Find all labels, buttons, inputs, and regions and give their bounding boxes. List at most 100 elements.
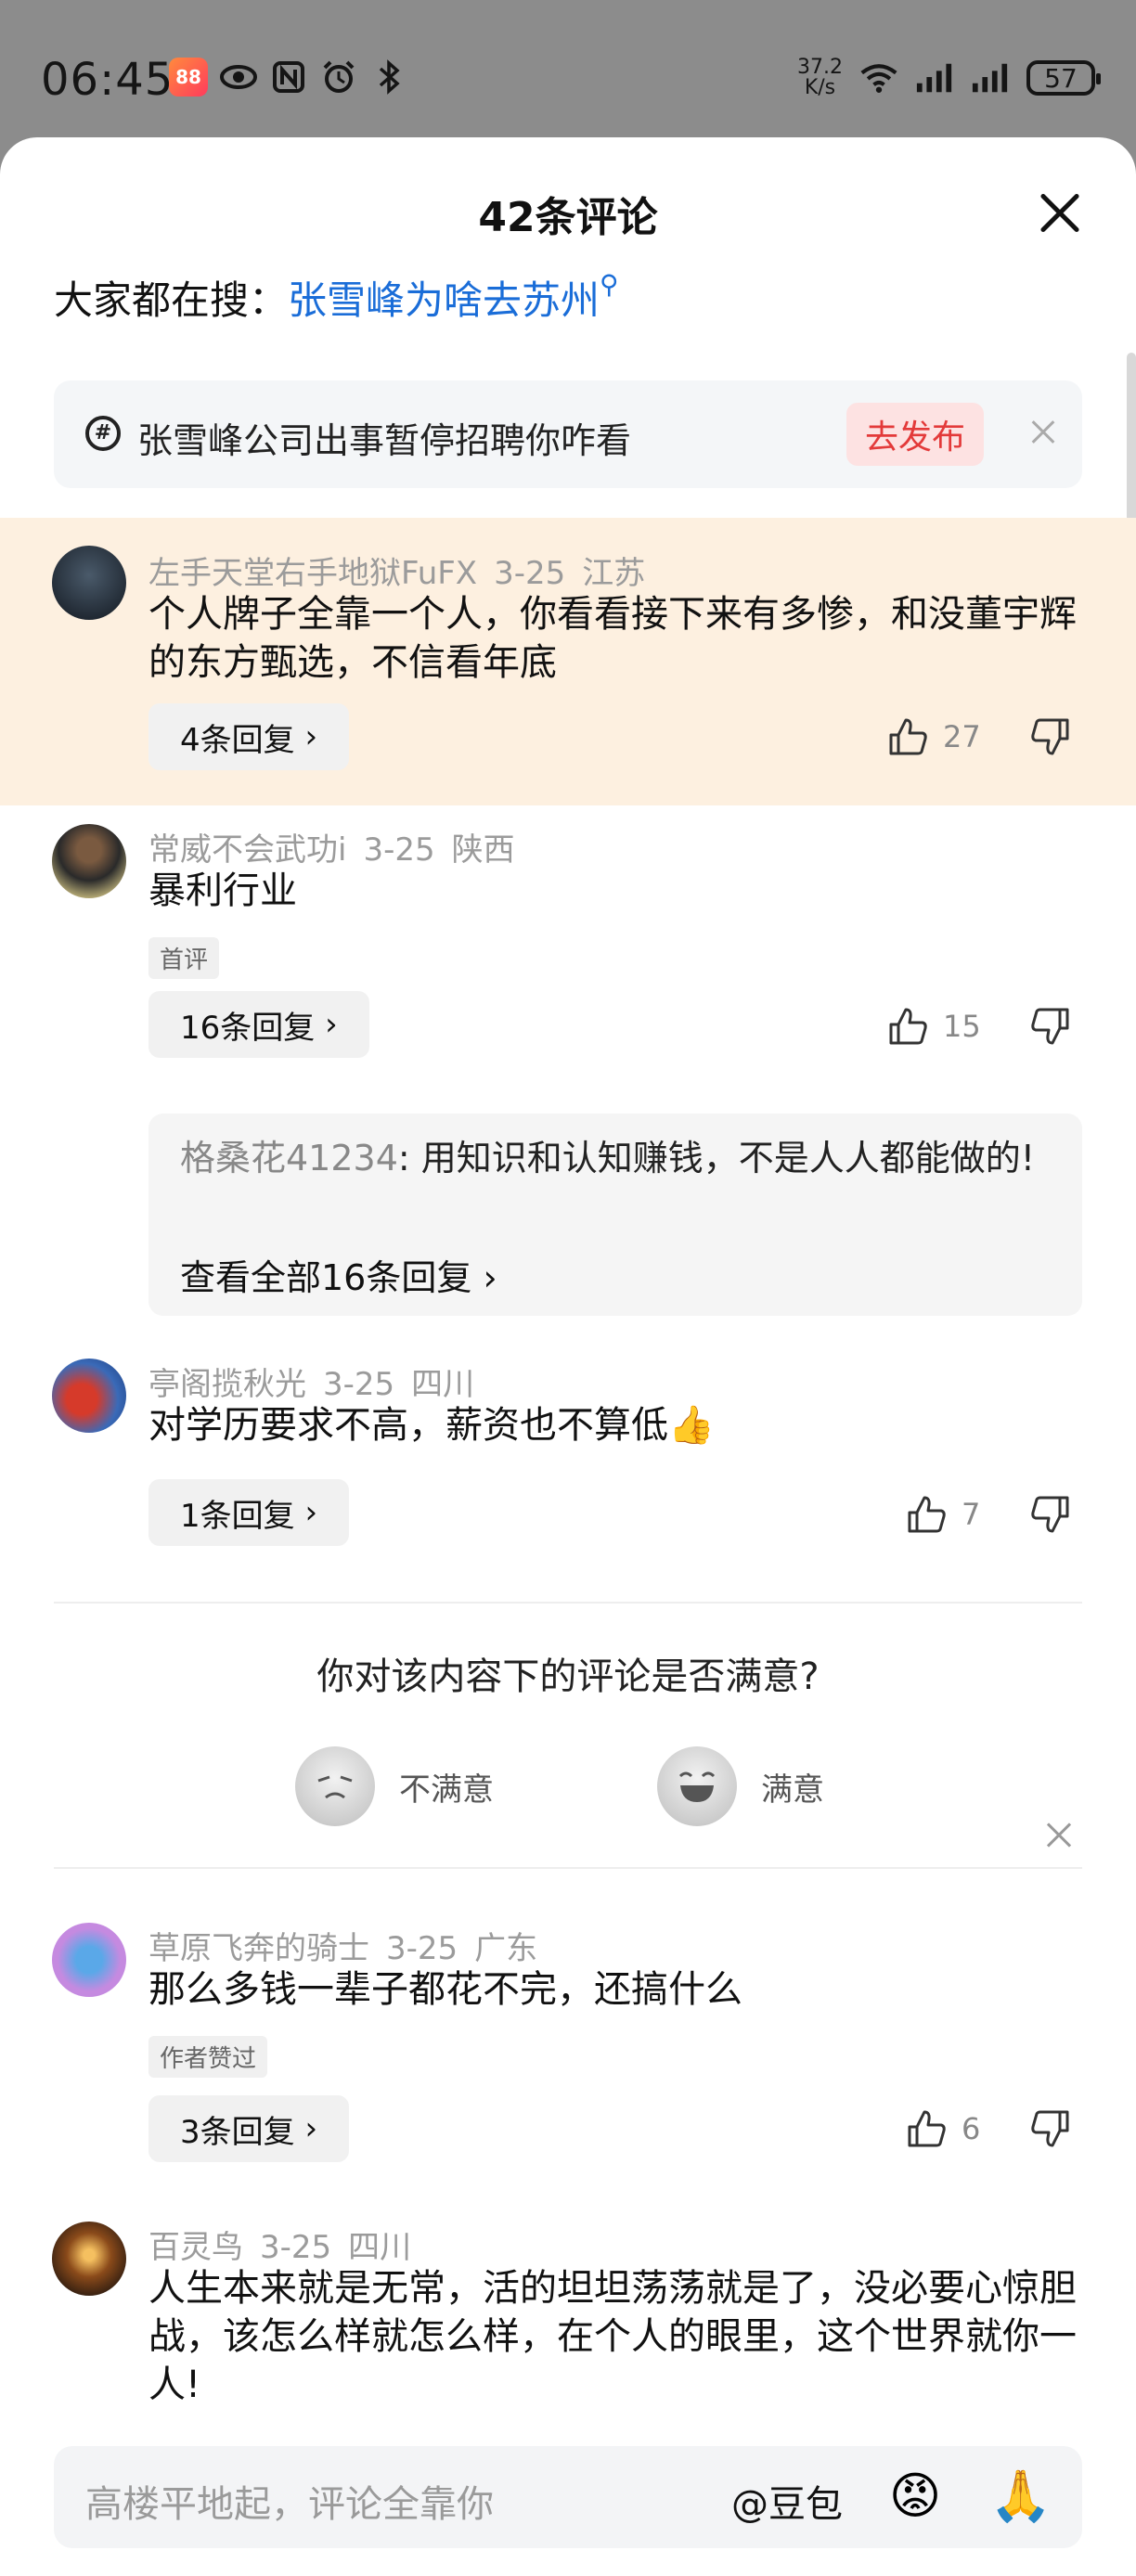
thumbs-up-icon	[889, 1008, 927, 1045]
survey-dissatisfied-option[interactable]: 不满意	[295, 1746, 494, 1826]
comment-meta: 草原飞奔的骑士 3-25 广东	[148, 1923, 554, 1968]
angry-emoji-button[interactable]: 😡	[885, 2467, 945, 2526]
comment-location: 广东	[474, 1930, 538, 1967]
comment-username[interactable]: 常威不会武功i	[148, 831, 346, 869]
thumbs-down-icon[interactable]	[1030, 2108, 1071, 2149]
comment-meta: 左手天堂右手地狱FuFX 3-25 江苏	[148, 547, 662, 593]
app-notification-icon: 88	[169, 58, 208, 97]
comment-item: 草原飞奔的骑士 3-25 广东 那么多钱一辈子都花不完，还搞什么 作者赞过 3条回复…	[0, 1923, 1136, 2201]
comment-text[interactable]: 对学历要求不高，薪资也不算低👍	[148, 1401, 1086, 1449]
nfc-icon	[269, 58, 308, 97]
comment-meta: 常威不会武功i 3-25 陕西	[148, 824, 532, 869]
comment-meta: 百灵鸟 3-25 四川	[148, 2222, 428, 2267]
promo-topic-text[interactable]: 张雪峰公司出事暂停招聘你咋看	[137, 412, 631, 463]
view-replies-button[interactable]: 16条回复 ›	[148, 991, 369, 1058]
network-speed: 37.2 K/s	[797, 56, 843, 99]
chevron-right-icon: ›	[471, 1257, 497, 1298]
first-comment-badge: 首评	[148, 937, 220, 979]
comment-input-placeholder[interactable]: 高楼平地起，评论全靠你	[85, 2474, 494, 2528]
comment-username[interactable]: 草原飞奔的骑士	[148, 1930, 369, 1967]
avatar[interactable]	[52, 2222, 126, 2296]
survey-question: 你对该内容下的评论是否满意?	[316, 1655, 820, 1698]
thumbs-down-icon[interactable]	[1030, 716, 1071, 757]
like-count: 15	[943, 1009, 981, 1044]
comment-item: 左手天堂右手地狱FuFX 3-25 江苏 个人牌子全靠一个人，你看看接下来有多惨，和…	[0, 518, 1136, 805]
avatar[interactable]	[52, 546, 126, 620]
sheet-title: 42条评论	[478, 194, 658, 241]
wifi-icon	[859, 58, 898, 97]
signal-icon-2	[971, 58, 1010, 97]
view-replies-button[interactable]: 4条回复 ›	[148, 703, 350, 770]
survey-satisfied-label: 满意	[761, 1771, 824, 1809]
like-button[interactable]: 6	[906, 2108, 980, 2149]
trending-search-prefix: 大家都在搜：	[54, 277, 289, 323]
promo-close-icon[interactable]	[1025, 414, 1062, 451]
divider	[54, 1602, 1082, 1604]
view-replies-button[interactable]: 3条回复 ›	[148, 2095, 350, 2162]
like-button[interactable]: 7	[906, 1494, 980, 1535]
comment-username[interactable]: 左手天堂右手地狱FuFX	[148, 555, 477, 592]
comment-text[interactable]: 那么多钱一辈子都花不完，还搞什么	[148, 1965, 1086, 2014]
comment-location: 四川	[348, 2229, 412, 2266]
like-count: 27	[943, 719, 981, 754]
battery-indicator: 57	[1026, 60, 1101, 96]
mention-doubao-button[interactable]: @豆包	[731, 2474, 843, 2528]
status-icons-right: 37.2 K/s 57	[797, 56, 1101, 99]
comment-item: 亭阁揽秋光 3-25 四川 对学历要求不高，薪资也不算低👍 1条回复 › 7	[0, 1359, 1136, 1572]
thumbs-up-icon	[908, 1496, 946, 1533]
status-icons-left: 88	[169, 58, 408, 97]
comment-date: 3-25	[494, 555, 566, 592]
comment-date: 3-25	[323, 1366, 395, 1403]
thumbs-up-icon	[889, 718, 927, 755]
view-replies-button[interactable]: 1条回复 ›	[148, 1479, 350, 1546]
survey-satisfied-option[interactable]: 满意	[657, 1746, 824, 1826]
divider	[54, 1867, 1082, 1869]
alarm-icon	[319, 58, 358, 97]
close-button[interactable]	[1038, 191, 1082, 236]
survey-close-icon[interactable]	[1043, 1819, 1075, 1850]
bluetooth-icon	[369, 58, 408, 97]
search-icon: ⚲	[600, 269, 619, 300]
sub-reply-text: 格桑花41234: 用知识和认知赚钱，不是人人都能做的!	[180, 1138, 1036, 1179]
comment-username[interactable]: 亭阁揽秋光	[148, 1366, 306, 1403]
eye-icon	[219, 58, 258, 97]
comment-username[interactable]: 百灵鸟	[148, 2229, 243, 2266]
comment-location: 四川	[411, 1366, 475, 1403]
comment-location: 陕西	[451, 831, 515, 869]
chevron-right-icon: ›	[315, 1006, 338, 1043]
comment-text[interactable]: 个人牌子全靠一个人，你看看接下来有多惨，和没董宇辉的东方甄选，不信看年底	[148, 590, 1086, 687]
avatar[interactable]	[52, 1923, 126, 1997]
comment-input-bar[interactable]: 高楼平地起，评论全靠你 @豆包 😡 🙏	[54, 2446, 1082, 2548]
like-count: 6	[962, 2111, 981, 2146]
view-all-replies-link[interactable]: 查看全部16条回复 ›	[180, 1249, 497, 1300]
thumbs-down-icon[interactable]	[1030, 1006, 1071, 1047]
like-button[interactable]: 15	[887, 1006, 981, 1047]
comment-date: 3-25	[260, 2229, 332, 2266]
comment-item: 百灵鸟 3-25 四川 人生本来就是无常，活的坦坦荡荡就是了，没必要心惊胆战，该怎么…	[0, 2222, 1136, 2435]
pray-emoji-button[interactable]: 🙏	[989, 2467, 1052, 2526]
comment-text[interactable]: 人生本来就是无常，活的坦坦荡荡就是了，没必要心惊胆战，该怎么样就怎么样，在个人的…	[148, 2264, 1086, 2409]
sub-reply-username[interactable]: 格桑花41234	[180, 1138, 398, 1179]
like-count: 7	[962, 1497, 981, 1532]
status-bar: 06:45 88 37.2 K/s 57	[0, 0, 1136, 139]
comments-sheet: 42条评论 大家都在搜：张雪峰为啥去苏州⚲ # 张雪峰公司出事暂停招聘你咋看 去…	[0, 137, 1136, 2576]
sad-face-icon	[295, 1746, 375, 1826]
hashtag-icon: #	[85, 416, 121, 451]
sub-reply-preview[interactable]: 格桑花41234: 用知识和认知赚钱，不是人人都能做的! 查看全部16条回复 ›	[148, 1114, 1082, 1316]
like-button[interactable]: 27	[887, 716, 981, 757]
avatar[interactable]	[52, 824, 126, 898]
avatar[interactable]	[52, 1359, 126, 1433]
trending-search-row: 大家都在搜：张雪峰为啥去苏州⚲	[54, 269, 619, 326]
comment-text[interactable]: 暴利行业	[148, 867, 1086, 915]
signal-icon-1	[915, 58, 954, 97]
publish-button[interactable]: 去发布	[846, 403, 984, 466]
author-liked-badge: 作者赞过	[148, 2036, 268, 2078]
thumbs-up-emoji: 👍	[668, 1404, 715, 1447]
thumbs-down-icon[interactable]	[1030, 1494, 1071, 1535]
chevron-right-icon: ›	[294, 1494, 318, 1531]
status-time: 06:45	[41, 54, 174, 106]
chevron-right-icon: ›	[294, 718, 318, 755]
trending-search-link[interactable]: 张雪峰为啥去苏州	[288, 277, 600, 323]
comment-meta: 亭阁揽秋光 3-25 四川	[148, 1359, 491, 1404]
laughing-face-icon	[657, 1746, 737, 1826]
